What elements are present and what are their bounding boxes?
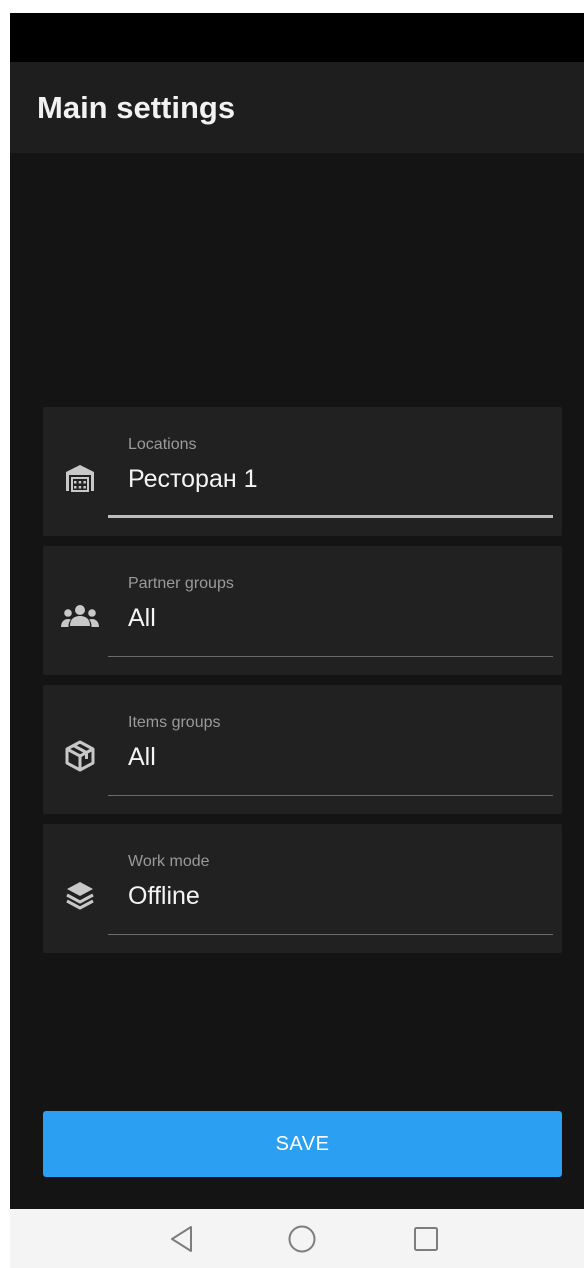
items-groups-underline [108,795,553,796]
partner-groups-setting[interactable]: Partner groups All [43,546,562,675]
page-title: Main settings [37,90,236,125]
status-bar [10,13,584,62]
items-groups-setting[interactable]: Items groups All [43,685,562,814]
partner-groups-underline [108,656,553,657]
group-icon [60,597,100,637]
work-mode-label: Work mode [128,853,210,870]
back-icon[interactable] [162,1219,202,1259]
home-icon[interactable] [282,1219,322,1259]
work-mode-value: Offline [128,882,200,910]
partner-groups-value: All [128,604,156,632]
items-groups-field[interactable]: Items groups All [108,685,553,814]
work-mode-underline [108,934,553,935]
recents-icon[interactable] [406,1219,446,1259]
box-icon [60,736,100,776]
app-screen: Main settings Locations Ресторан 1 Partn… [10,13,584,1268]
items-groups-value: All [128,743,156,771]
items-groups-label: Items groups [128,714,221,731]
work-mode-setting[interactable]: Work mode Offline [43,824,562,953]
layers-icon [60,875,100,915]
partner-groups-field[interactable]: Partner groups All [108,546,553,675]
navigation-bar [10,1209,584,1268]
partner-groups-label: Partner groups [128,575,234,592]
warehouse-icon [60,458,100,498]
work-mode-field[interactable]: Work mode Offline [108,824,553,953]
locations-underline [108,515,553,518]
app-bar: Main settings [10,62,584,153]
locations-field[interactable]: Locations Ресторан 1 [108,407,553,536]
save-button[interactable]: SAVE [43,1111,562,1177]
locations-setting[interactable]: Locations Ресторан 1 [43,407,562,536]
locations-label: Locations [128,436,197,453]
locations-value: Ресторан 1 [128,465,258,493]
